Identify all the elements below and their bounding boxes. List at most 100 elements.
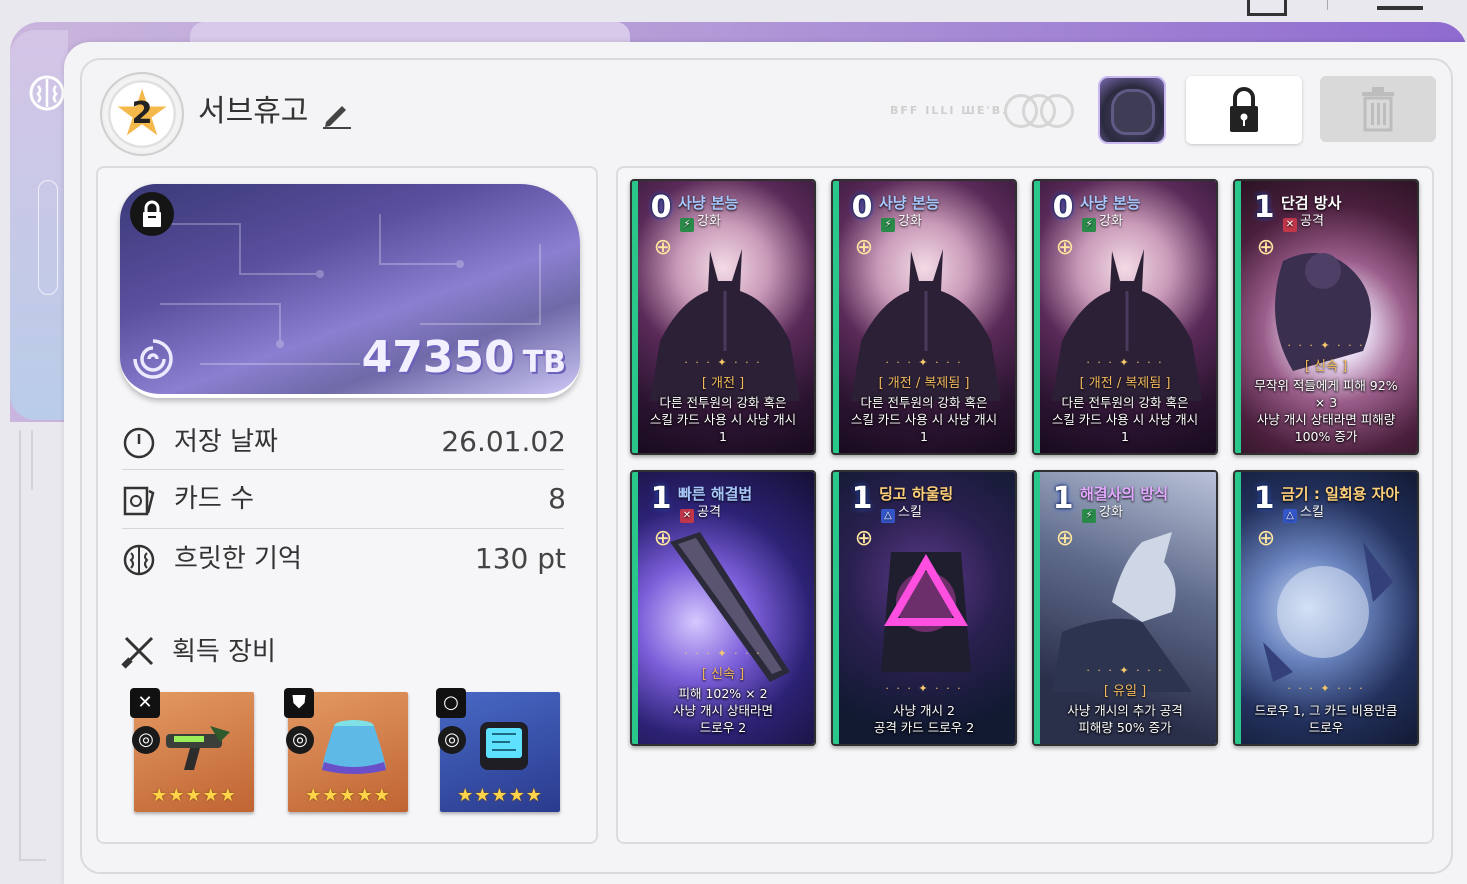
card-type: △ 스킬 [1283, 504, 1324, 523]
attack-icon: ✕ [1283, 218, 1297, 232]
rings-icon [1004, 92, 1076, 130]
crossed-swords-icon [121, 636, 154, 669]
card-divider-ornament: · · · ✦ · · · [885, 682, 963, 695]
card-type-label: 스킬 [898, 505, 922, 520]
skill-card[interactable]: 0 사냥 본능 ⚡ 강화 ⊕[ 개전 ] · · · ✦ · · · 다른 전투원의 강화 … [630, 179, 816, 455]
card-type-label: 스킬 [1300, 505, 1324, 520]
card-keyword: [ 개전 / 복제됨 ] [1079, 376, 1171, 391]
skill-icon: △ [1283, 509, 1297, 523]
bolt-icon: ⚡ [680, 218, 694, 232]
delete-button[interactable] [1320, 76, 1436, 142]
side-rail [10, 30, 68, 420]
date-label: 저장 날짜 [174, 427, 278, 457]
card-divider-ornament: · · · ✦ · · · [1287, 339, 1365, 352]
card-description-line: 드로우 1, 그 카드 비용만큼 [1254, 703, 1398, 718]
card-keyword: [ 유일 ] [1103, 684, 1147, 699]
equipment-item[interactable]: ○ ◎ ★★★★★ [436, 688, 560, 812]
card-cost: 0 [650, 190, 672, 225]
card-cost: 1 [851, 481, 873, 516]
crosshair-icon: ⊕ [653, 526, 673, 551]
skill-card[interactable]: 1 금기 : 일회용 자아 △ 스킬 ⊕ · · · ✦ · · · 드로우 1, 그 카드… [1233, 470, 1419, 746]
equipment-item[interactable]: ✕ ◎ ★★★★★ [130, 688, 254, 812]
attack-icon: ✕ [680, 509, 694, 523]
card-name: 사냥 본능 [678, 194, 739, 212]
card-cost: 1 [650, 481, 672, 516]
crosshair-icon: ⊕ [1055, 235, 1075, 260]
window-controls [1247, 0, 1447, 20]
character-portrait[interactable] [1098, 76, 1166, 144]
card-description: 무작위 적들에게 피해 92% × 3 사냥 개시 상태라면 피해량 100% 증가 [1241, 377, 1411, 445]
card-type-label: 공격 [697, 505, 721, 520]
menu-icon[interactable] [1377, 6, 1423, 10]
card-keyword: [ 신속 ] [1304, 359, 1348, 374]
card-name: 단검 방사 [1281, 194, 1342, 212]
card-description-line: 사냥 개시의 추가 공격 [1067, 703, 1183, 718]
star-rating: ★★★★★ [457, 785, 543, 806]
card-description: 피해 102% × 2 사냥 개시 상태라면드로우 2 [638, 685, 808, 736]
card-description-line: 다른 전투원의 강화 혹은 [1061, 395, 1189, 410]
clock-icon [123, 427, 155, 459]
card-description: 사냥 개시 2 공격 카드 드로우 2 [839, 702, 1009, 736]
card-description-line: 드로우 2 [699, 720, 747, 735]
brain-icon[interactable] [28, 74, 68, 114]
rank-number: 2 [131, 96, 153, 131]
card-type: ⚡ 강화 [1082, 504, 1123, 523]
crosshair-icon: ⊕ [854, 526, 874, 551]
lock-button[interactable] [1186, 76, 1302, 144]
edit-icon[interactable] [320, 96, 354, 130]
card-cost: 1 [1052, 481, 1074, 516]
star-rating: ★★★★★ [305, 785, 391, 806]
storage-amount: 47350 [361, 332, 515, 383]
cards-label: 카드 수 [174, 484, 255, 514]
info-row-memory: 흐릿한 기억 130 pt [122, 531, 566, 587]
card-description: 사냥 개시의 추가 공격 피해량 50% 증가 [1040, 702, 1210, 736]
card-description-line: 1 [719, 429, 727, 444]
card-type: ⚡ 강화 [881, 213, 922, 232]
memory-label: 흐릿한 기억 [174, 544, 302, 574]
card-type-label: 강화 [1099, 505, 1123, 520]
card-description-line: × 3 [1314, 395, 1338, 410]
skill-card[interactable]: 0 사냥 본능 ⚡ 강화 ⊕[ 개전 / 복제됨 ] · · · ✦ · · · 다른 전투… [1032, 179, 1218, 455]
card-keyword: [ 개전 / 복제됨 ] [878, 376, 970, 391]
crosshair-icon: ⊕ [1055, 526, 1075, 551]
skill-card[interactable]: 0 사냥 본능 ⚡ 강화 ⊕[ 개전 / 복제됨 ] · · · ✦ · · · 다른 전투… [831, 179, 1017, 455]
ring-icon: ○ [436, 688, 466, 718]
bolt-icon: ⚡ [1082, 218, 1096, 232]
swirl-icon: ◎ [286, 726, 314, 754]
card-divider-ornament: · · · ✦ · · · [1086, 664, 1164, 677]
equipment-title: 획득 장비 [172, 637, 276, 667]
rail-label [38, 180, 58, 295]
swirl-icon: ◎ [438, 726, 466, 754]
divider [122, 469, 564, 470]
swirl-icon: ◎ [132, 726, 160, 754]
card-description-line: 드로우 [1308, 720, 1344, 735]
skill-card[interactable]: 1 단검 방사 ✕ 공격 ⊕[ 신속 ] · · · ✦ · · · 무작위 적들에게 피해… [1233, 179, 1419, 455]
skill-card[interactable]: 1 딩고 하울링 △ 스킬 ⊕ · · · ✦ · · · 사냥 개시 2 공격 카드 드로우… [831, 470, 1017, 746]
card-description-line: 스킬 카드 사용 시 사냥 개시 [850, 412, 998, 427]
background-tab-header [190, 22, 630, 42]
card-description: 다른 전투원의 강화 혹은 스킬 카드 사용 시 사냥 개시 1 [1040, 394, 1210, 445]
save-icon[interactable] [1247, 0, 1287, 16]
divider [1327, 0, 1328, 10]
equipment-item[interactable]: ⛊ ◎ ★★★★★ [284, 688, 408, 812]
device-art [480, 722, 528, 770]
card-type: ✕ 공격 [1283, 213, 1324, 232]
card-type-label: 강화 [697, 214, 721, 229]
skill-card[interactable]: 1 해결사의 방식 ⚡ 강화 ⊕[ 유일 ] · · · ✦ · · · 사냥 개시의 추가… [1032, 470, 1218, 746]
card-description-line: 사냥 개시 상태라면 [673, 703, 773, 718]
skill-card[interactable]: 1 빠른 해결법 ✕ 공격 ⊕[ 신속 ] · · · ✦ · · · 피해 102% × … [630, 470, 816, 746]
card-description-line: 사냥 개시 상태라면 피해량 [1256, 412, 1396, 427]
bolt-icon: ⚡ [1082, 509, 1096, 523]
storage-value: 47350 TB [350, 330, 566, 391]
card-type-label: 강화 [898, 214, 922, 229]
card-name: 빠른 해결법 [678, 485, 753, 503]
memory-value: 130 pt [474, 542, 566, 575]
card-description-line: 피해 102% × 2 [678, 686, 768, 701]
rank-badge: ★ 2 [100, 72, 184, 156]
card-description-line: 1 [1121, 429, 1129, 444]
save-title: 서브휴고 [198, 94, 309, 129]
card-divider-ornament: · · · ✦ · · · [885, 356, 963, 369]
card-description: 드로우 1, 그 카드 비용만큼드로우 [1241, 702, 1411, 736]
card-description-line: 무작위 적들에게 피해 92% [1254, 378, 1398, 393]
card-type: ✕ 공격 [680, 504, 721, 523]
